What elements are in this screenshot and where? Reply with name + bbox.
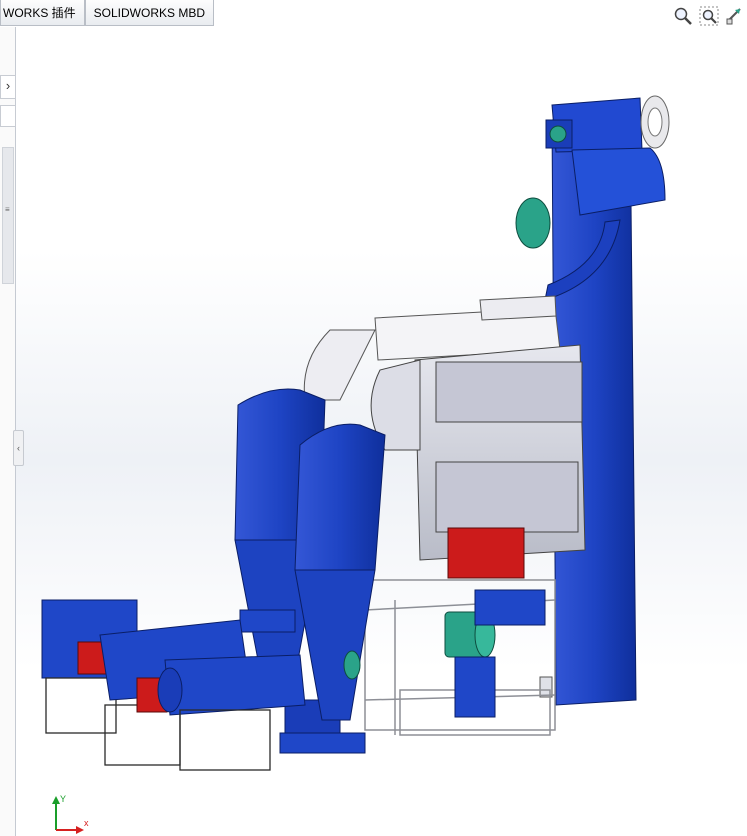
coordinate-triad: Y x bbox=[52, 794, 89, 834]
assembly-model[interactable] bbox=[0, 0, 747, 836]
panel-splitter-handle[interactable]: ‹ bbox=[13, 430, 24, 466]
motor-teal bbox=[444, 589, 546, 718]
panel-scrollbar[interactable]: ≡ bbox=[2, 147, 14, 284]
triad-x-label: x bbox=[84, 818, 89, 828]
graphics-viewport[interactable]: WORKS 插件 SOLIDWORKS MBD › ≡ ‹ Y x bbox=[0, 0, 747, 836]
triad-y-label: Y bbox=[60, 794, 66, 804]
tab-solidworks-mbd[interactable]: SOLIDWORKS MBD bbox=[84, 0, 215, 26]
command-manager-tabs: WORKS 插件 SOLIDWORKS MBD bbox=[0, 0, 215, 27]
heads-up-view-toolbar bbox=[673, 6, 745, 26]
filter-field[interactable] bbox=[0, 105, 16, 127]
expand-panel-button[interactable]: › bbox=[0, 75, 16, 99]
tab-plugins[interactable]: WORKS 插件 bbox=[0, 0, 85, 26]
scroll-grip-icon: ≡ bbox=[5, 205, 10, 214]
previous-view-icon[interactable] bbox=[725, 6, 745, 26]
zoom-to-area-icon[interactable] bbox=[699, 6, 719, 26]
zoom-to-fit-icon[interactable] bbox=[673, 6, 693, 26]
